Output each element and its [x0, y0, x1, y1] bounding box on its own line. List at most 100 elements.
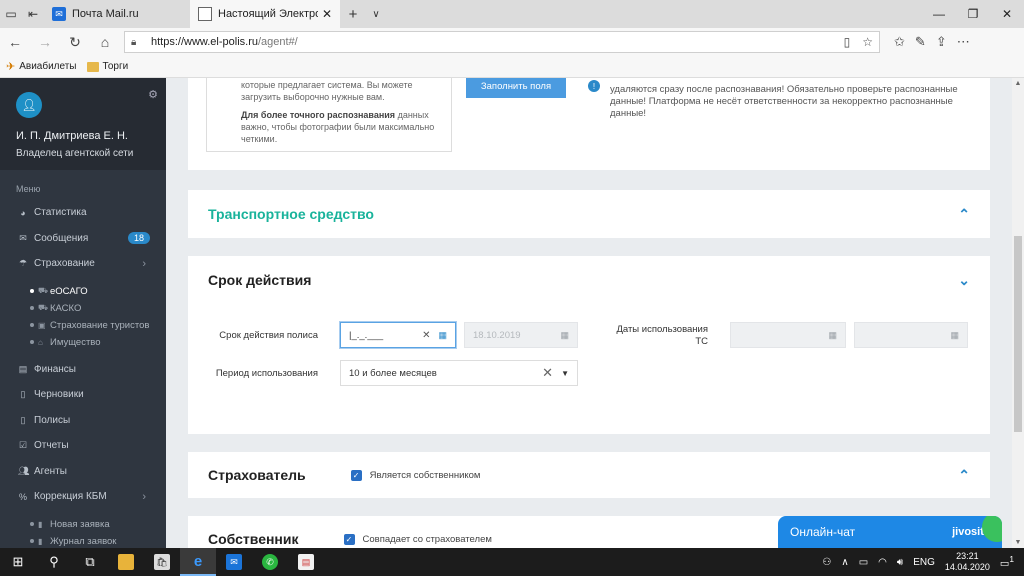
sidebar-subitem-property[interactable]: ⌂ Имущество: [0, 334, 166, 351]
sidebar-subitem-tourists[interactable]: ▣ Страхование туристов: [0, 317, 166, 334]
chevron-down-icon[interactable]: ⌄: [958, 272, 970, 289]
close-window-icon[interactable]: ✕: [990, 7, 1024, 21]
favorite-label: Торги: [102, 61, 129, 72]
close-tab-icon[interactable]: ✕: [322, 7, 332, 21]
whatsapp-icon[interactable]: ✆: [252, 548, 288, 576]
sidebar-item-messages[interactable]: ✉ Сообщения 18: [0, 226, 166, 252]
wifi-icon[interactable]: ◠: [878, 557, 887, 568]
usage-dates-label-line1: Даты использования: [616, 324, 708, 335]
user-role: Владелец агентской сети: [16, 148, 134, 159]
transport-section-header[interactable]: Транспортное средство ⌃: [188, 190, 990, 238]
sidebar-item-insurance[interactable]: ☂ Страхование ›: [0, 251, 166, 277]
scroll-thumb[interactable]: [1014, 236, 1022, 432]
new-tab-icon[interactable]: +: [340, 6, 366, 23]
set-aside-tabs-icon[interactable]: ⇤: [22, 0, 44, 28]
chevron-right-icon: ›: [142, 490, 146, 503]
people-icon[interactable]: ⚇: [822, 557, 831, 568]
tab-list-chevron-icon[interactable]: ∨: [366, 9, 386, 20]
search-icon[interactable]: ⚲: [36, 548, 72, 576]
usage-dates-label: Даты использования ТС: [602, 324, 708, 348]
mail-app-icon[interactable]: ✉: [216, 548, 252, 576]
file-explorer-icon[interactable]: [108, 548, 144, 576]
language-indicator[interactable]: ENG: [913, 557, 935, 568]
clear-icon[interactable]: ✕: [422, 330, 430, 341]
usage-start-date-input: ▦: [730, 322, 846, 348]
sidebar-subitem-label: Имущество: [50, 336, 101, 348]
validity-section-header[interactable]: Срок действия ⌄: [188, 256, 990, 304]
online-chat-widget[interactable]: Онлайн-чат jivosite: [778, 516, 1002, 548]
notifications-icon[interactable]: ▭1: [1000, 554, 1014, 569]
refresh-icon[interactable]: ↻: [60, 34, 90, 51]
clear-icon[interactable]: ✕: [542, 365, 553, 381]
is-owner-checkbox[interactable]: ✓ Является собственником: [350, 469, 481, 481]
tab-mail[interactable]: ✉ Почта Mail.ru: [44, 0, 190, 28]
favorite-aviabilety[interactable]: ✈ Авиабилеты: [6, 60, 77, 73]
sidebar-subitem-eosago[interactable]: ⛟ еОСАГО: [0, 283, 166, 300]
show-hidden-icons-icon[interactable]: ∧: [841, 557, 848, 568]
profile-block: 👤︎ ⚙ И. П. Дмитриева Е. Н. Владелец аген…: [0, 78, 166, 170]
sidebar-item-policies[interactable]: ▯ Полисы: [0, 408, 166, 434]
document-app-icon[interactable]: ▤: [288, 548, 324, 576]
sidebar-item-kbm[interactable]: % Коррекция КБМ ›: [0, 484, 166, 510]
bullet-dot: [30, 306, 34, 310]
sidebar-subitem-new-request[interactable]: ▮ Новая заявка: [0, 516, 166, 533]
address-bar[interactable]: 🔒︎ https://www.el-polis.ru/agent#/ ▯ ☆: [124, 31, 880, 53]
checkbox-label: Является собственником: [369, 469, 481, 481]
sidebar-item-reports[interactable]: ☑ Отчеты: [0, 433, 166, 459]
dropdown-arrow-icon[interactable]: ▼: [561, 369, 569, 378]
sidebar-item-statistics[interactable]: ◕ Статистика: [0, 200, 166, 226]
gear-icon[interactable]: ⚙: [148, 88, 158, 101]
more-icon[interactable]: ⋯: [957, 34, 970, 50]
avatar[interactable]: 👤︎: [16, 92, 42, 118]
clock[interactable]: 23:21 14.04.2020: [945, 551, 990, 573]
windows-start-icon[interactable]: ⊞: [0, 548, 36, 576]
store-icon[interactable]: 🛍︎: [144, 548, 180, 576]
sidebar-subitem-journal[interactable]: ▮ Журнал заявок: [0, 533, 166, 549]
tab-el-polis[interactable]: Настоящий Электронн ✕: [190, 0, 340, 28]
calendar-icon[interactable]: ▦: [438, 330, 447, 341]
sidebar-item-agents[interactable]: 👥︎ Агенты: [0, 459, 166, 485]
favorites-hub-icon[interactable]: ✩: [894, 34, 905, 50]
usage-period-select[interactable]: 10 и более месяцев ✕ ▼: [340, 360, 578, 386]
sidebar: 👤︎ ⚙ И. П. Дмитриева Е. Н. Владелец аген…: [0, 78, 166, 548]
home-icon[interactable]: ⌂: [90, 34, 120, 50]
restore-icon[interactable]: ❐: [956, 7, 990, 21]
usage-dates-label-line2: ТС: [695, 336, 708, 347]
page-scrollbar[interactable]: ▲ ▼: [1012, 78, 1024, 548]
chevron-up-icon[interactable]: ⌃: [958, 206, 970, 223]
sidebar-item-label: Сообщения: [34, 232, 89, 244]
network-icon[interactable]: ▭: [859, 557, 868, 568]
fill-fields-button[interactable]: Заполнить поля: [466, 78, 566, 98]
insurer-section-header[interactable]: Страхователь ✓ Является собственником ⌃: [188, 452, 990, 498]
checkbox-label: Совпадает со страхователем: [362, 533, 492, 545]
money-icon: ▤: [18, 363, 28, 374]
section-title: Срок действия: [208, 272, 312, 288]
volume-icon[interactable]: 🔊︎: [897, 557, 903, 568]
pen-icon[interactable]: ✎: [915, 34, 926, 50]
same-as-insurer-checkbox[interactable]: ✓ Совпадает со страхователем: [343, 533, 492, 545]
lock-icon: 🔒︎: [131, 36, 137, 48]
reading-view-icon[interactable]: ▯: [844, 35, 851, 49]
chevron-up-icon[interactable]: ⌃: [958, 467, 970, 484]
tab-actions-icon[interactable]: ▭: [0, 0, 22, 28]
chevron-right-icon: ›: [142, 257, 146, 270]
scroll-down-icon[interactable]: ▼: [1012, 539, 1024, 546]
share-icon[interactable]: ⇪: [936, 34, 947, 50]
favorite-torgi[interactable]: Торги: [86, 61, 129, 72]
policy-start-date-input[interactable]: |_._.___ ✕ ▦: [340, 322, 456, 348]
minimize-icon[interactable]: —: [922, 7, 956, 21]
checkmark-icon: ✓: [343, 533, 355, 545]
favorite-star-icon[interactable]: ☆: [862, 35, 873, 49]
back-icon[interactable]: ←: [0, 34, 30, 50]
task-view-icon[interactable]: ⧉: [72, 548, 108, 576]
report-icon: ☑: [18, 440, 28, 451]
sidebar-item-finance[interactable]: ▤ Финансы: [0, 357, 166, 383]
browser-tab-bar: ▭ ⇤ ✉ Почта Mail.ru Настоящий Электронн …: [0, 0, 1024, 28]
forward-icon[interactable]: →: [30, 34, 60, 50]
sidebar-subitem-kasko[interactable]: ⛟ КАСКО: [0, 300, 166, 317]
window-controls: — ❐ ✕: [922, 7, 1024, 21]
scroll-up-icon[interactable]: ▲: [1012, 80, 1024, 87]
system-tray: ⚇ ∧ ▭ ◠ 🔊︎ ENG 23:21 14.04.2020 ▭1: [822, 551, 1024, 573]
edge-icon[interactable]: e: [180, 548, 216, 576]
sidebar-item-drafts[interactable]: ▯ Черновики: [0, 382, 166, 408]
